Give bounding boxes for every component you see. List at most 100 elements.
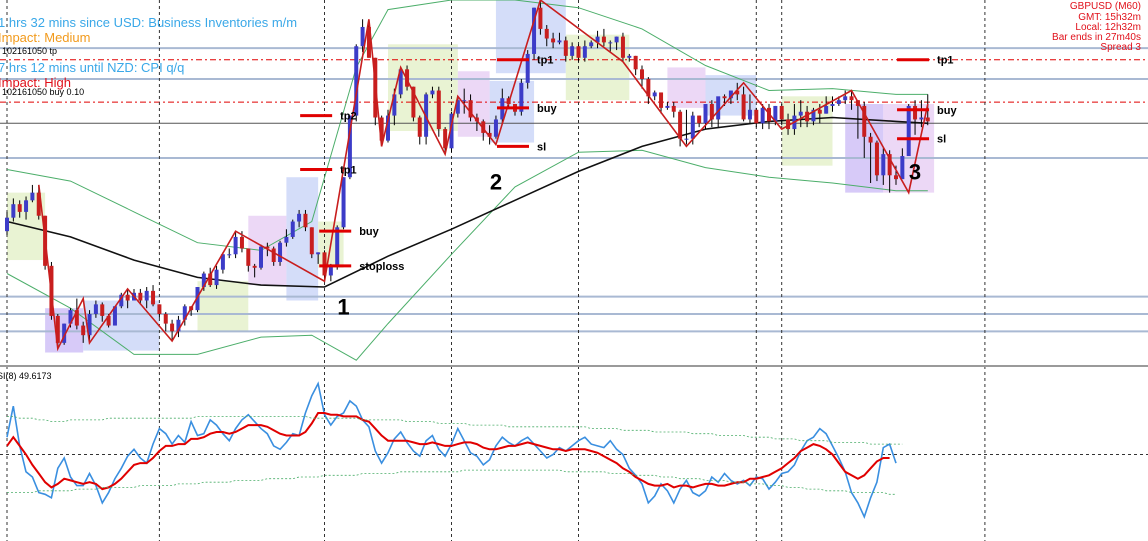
candle-body-129 [824, 105, 829, 114]
candle-body-26 [170, 323, 175, 332]
candle-body-103 [659, 92, 664, 108]
setup-number-1: 2 [490, 169, 502, 194]
candle-body-33 [214, 269, 219, 286]
annotation-label-2: buy [359, 226, 379, 238]
news-line-3: 7 hrs 12 mins until NZD: CPI q/q [0, 60, 184, 75]
candle-body-97 [620, 36, 625, 58]
spread-label: Spread 3 [1100, 42, 1141, 53]
indicator-panel [0, 381, 1148, 519]
candle-body-131 [836, 100, 841, 105]
level-tag-tp: 102161050 tp [2, 46, 57, 56]
candle-body-109 [697, 115, 702, 124]
candle-body-92 [589, 42, 594, 47]
symbol-label: GBPUSD (M60) [1070, 1, 1141, 12]
setup-number-2: 3 [909, 160, 921, 185]
annotation-label-7: buy [937, 105, 957, 117]
candle-body-100 [640, 69, 644, 79]
candle-body-3 [24, 200, 29, 212]
annotation-label-9: tp1 [937, 55, 954, 67]
annotation-label-3: stoploss [359, 261, 404, 273]
candle-body-140 [894, 175, 898, 180]
candle-body-143 [913, 105, 918, 120]
candle-body-96 [614, 36, 619, 43]
candle-body-88 [563, 40, 568, 56]
candle-body-22 [144, 290, 149, 301]
candle-body-85 [544, 28, 549, 39]
candle-body-119 [760, 107, 765, 124]
candle-body-53 [341, 177, 346, 228]
candle-body-102 [652, 92, 657, 97]
indicator-series-2 [7, 415, 903, 445]
candle-body-90 [576, 46, 581, 58]
candle-body-98 [627, 55, 632, 58]
candle-body-117 [747, 109, 752, 120]
candle-body-132 [843, 96, 848, 101]
candle-body-0 [5, 217, 9, 232]
candle-body-130 [830, 104, 835, 106]
candle-body-144 [919, 117, 924, 120]
candle-body-112 [716, 96, 721, 120]
candle-body-122 [779, 105, 784, 120]
candle-body-95 [608, 42, 613, 44]
candle-body-24 [157, 304, 162, 314]
annotation-label-6: sl [537, 141, 546, 153]
candle-body-142 [906, 105, 911, 157]
candle-body-116 [741, 94, 746, 120]
candle-body-36 [233, 236, 238, 255]
candle-body-108 [690, 115, 695, 139]
candle-body-40 [259, 246, 263, 268]
candle-body-125 [798, 111, 803, 116]
candle-body-110 [703, 104, 708, 124]
candle-body-107 [684, 138, 689, 140]
candle-body-68 [436, 90, 441, 130]
candle-body-67 [430, 90, 435, 95]
zone-7 [388, 44, 458, 131]
candle-body-48 [309, 227, 314, 255]
candle-body-14 [93, 304, 98, 314]
candle-body-56 [360, 26, 365, 47]
annotation-label-5: buy [537, 103, 557, 115]
indicator-label: SI(8) 49.6173 [0, 371, 52, 381]
candle-body-39 [252, 265, 257, 268]
candle-body-35 [227, 254, 232, 256]
candle-body-137 [874, 142, 879, 176]
candle-body-106 [678, 111, 683, 139]
candle-body-25 [163, 313, 168, 324]
candle-body-44 [284, 236, 289, 243]
candle-body-133 [849, 96, 854, 101]
candle-body-37 [239, 236, 244, 249]
candle-body-136 [868, 136, 873, 143]
candle-body-138 [881, 154, 886, 176]
candle-body-15 [100, 304, 105, 316]
candle-body-23 [151, 290, 156, 305]
candle-body-113 [722, 96, 727, 99]
candle-body-87 [557, 40, 562, 43]
candle-body-49 [316, 252, 321, 255]
annotation-label-8: sl [937, 134, 946, 146]
candle-body-118 [754, 109, 759, 124]
candle-body-52 [335, 227, 340, 266]
candle-body-42 [271, 248, 276, 262]
candle-body-128 [817, 109, 822, 114]
news-line-2: Impact: Medium [0, 30, 90, 45]
candle-body-45 [290, 221, 295, 237]
candle-body-145 [925, 117, 930, 122]
annotation-label-4: tp1 [537, 55, 554, 67]
annotation-label-1: tp1 [340, 165, 357, 177]
annotation-label-0: tp2 [340, 111, 357, 123]
setup-number-0: 1 [337, 295, 349, 320]
candle-body-84 [538, 7, 543, 29]
candle-body-99 [633, 55, 638, 70]
candle-body-104 [665, 105, 670, 108]
candle-body-72 [462, 100, 467, 102]
candle-body-86 [551, 38, 556, 43]
zone-3 [197, 281, 249, 332]
candle-body-4 [30, 192, 35, 201]
candle-body-19 [125, 294, 130, 301]
news-panel: 1 hrs 32 mins since USD: Business Invent… [0, 15, 297, 97]
chart-canvas: tp2 tp1 buy stoploss tp1 buy sl buy sl tp1 1 2 3 1 … [0, 0, 1148, 541]
candle-body-141 [900, 156, 905, 180]
candle-body-2 [17, 204, 22, 212]
candle-body-89 [570, 46, 575, 56]
candle-body-94 [601, 36, 606, 43]
